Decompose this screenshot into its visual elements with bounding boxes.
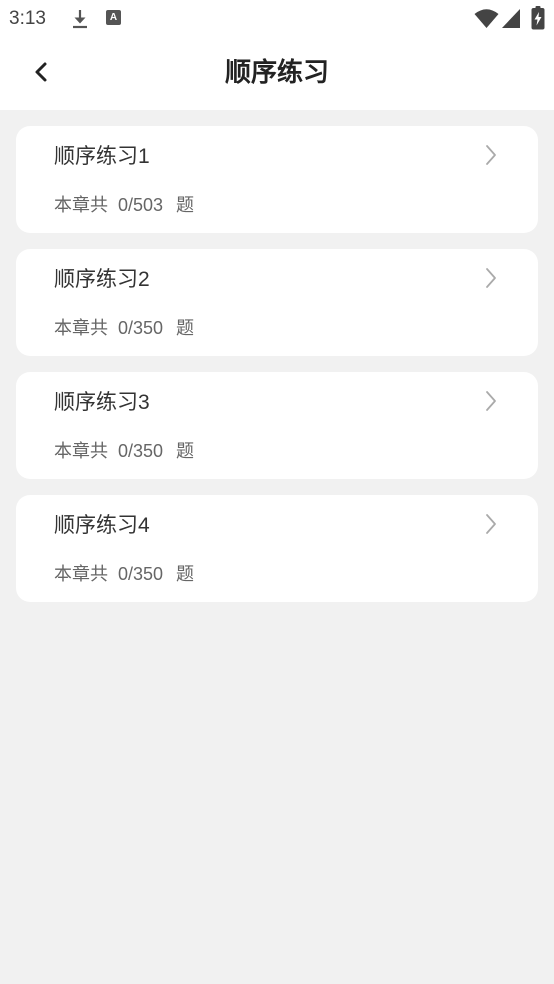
page-title: 顺序练习 xyxy=(224,57,329,87)
status-bar: 3:13 A xyxy=(0,0,554,38)
count-progress: 0/350 xyxy=(118,441,164,461)
status-time: 3:13 xyxy=(9,8,46,29)
count-prefix: 本章共 xyxy=(54,564,108,584)
chevron-right-icon xyxy=(486,391,496,411)
practice-title: 顺序练习2 xyxy=(54,268,150,291)
question-count: 本章共 0/350 题 xyxy=(54,316,194,340)
practice-item[interactable]: 顺序练习2 本章共 0/350 题 xyxy=(16,249,538,356)
count-suffix: 题 xyxy=(176,441,195,461)
count-suffix: 题 xyxy=(176,564,195,584)
practice-item[interactable]: 顺序练习3 本章共 0/350 题 xyxy=(16,372,538,479)
question-count: 本章共 0/350 题 xyxy=(54,562,194,586)
question-count: 本章共 0/503 题 xyxy=(54,193,194,217)
practice-list: 顺序练习1 本章共 0/503 题 顺序练习2 本章共 0/350 题 顺序练习3 本章… xyxy=(16,126,538,618)
app-a-icon: A xyxy=(106,10,121,25)
count-progress: 0/350 xyxy=(118,318,164,338)
battery-charging-icon xyxy=(531,6,545,30)
back-button[interactable] xyxy=(22,52,62,92)
count-prefix: 本章共 xyxy=(54,441,108,461)
download-icon xyxy=(73,10,87,29)
chevron-left-icon xyxy=(35,62,47,82)
practice-item[interactable]: 顺序练习4 本章共 0/350 题 xyxy=(16,495,538,602)
chevron-right-icon xyxy=(486,268,496,288)
count-progress: 0/350 xyxy=(118,564,164,584)
practice-title: 顺序练习4 xyxy=(54,514,150,537)
chevron-right-icon xyxy=(486,514,496,534)
question-count: 本章共 0/350 题 xyxy=(54,439,194,463)
count-progress: 0/503 xyxy=(118,195,164,215)
chevron-right-icon xyxy=(486,145,496,165)
count-prefix: 本章共 xyxy=(54,318,108,338)
cellular-signal-icon xyxy=(502,9,520,28)
practice-title: 顺序练习1 xyxy=(54,145,150,168)
top-bar: 3:13 A 顺序练习 xyxy=(0,0,554,110)
count-suffix: 题 xyxy=(176,195,195,215)
wifi-icon xyxy=(474,9,499,28)
count-suffix: 题 xyxy=(176,318,195,338)
practice-title: 顺序练习3 xyxy=(54,391,150,414)
practice-item[interactable]: 顺序练习1 本章共 0/503 题 xyxy=(16,126,538,233)
count-prefix: 本章共 xyxy=(54,195,108,215)
